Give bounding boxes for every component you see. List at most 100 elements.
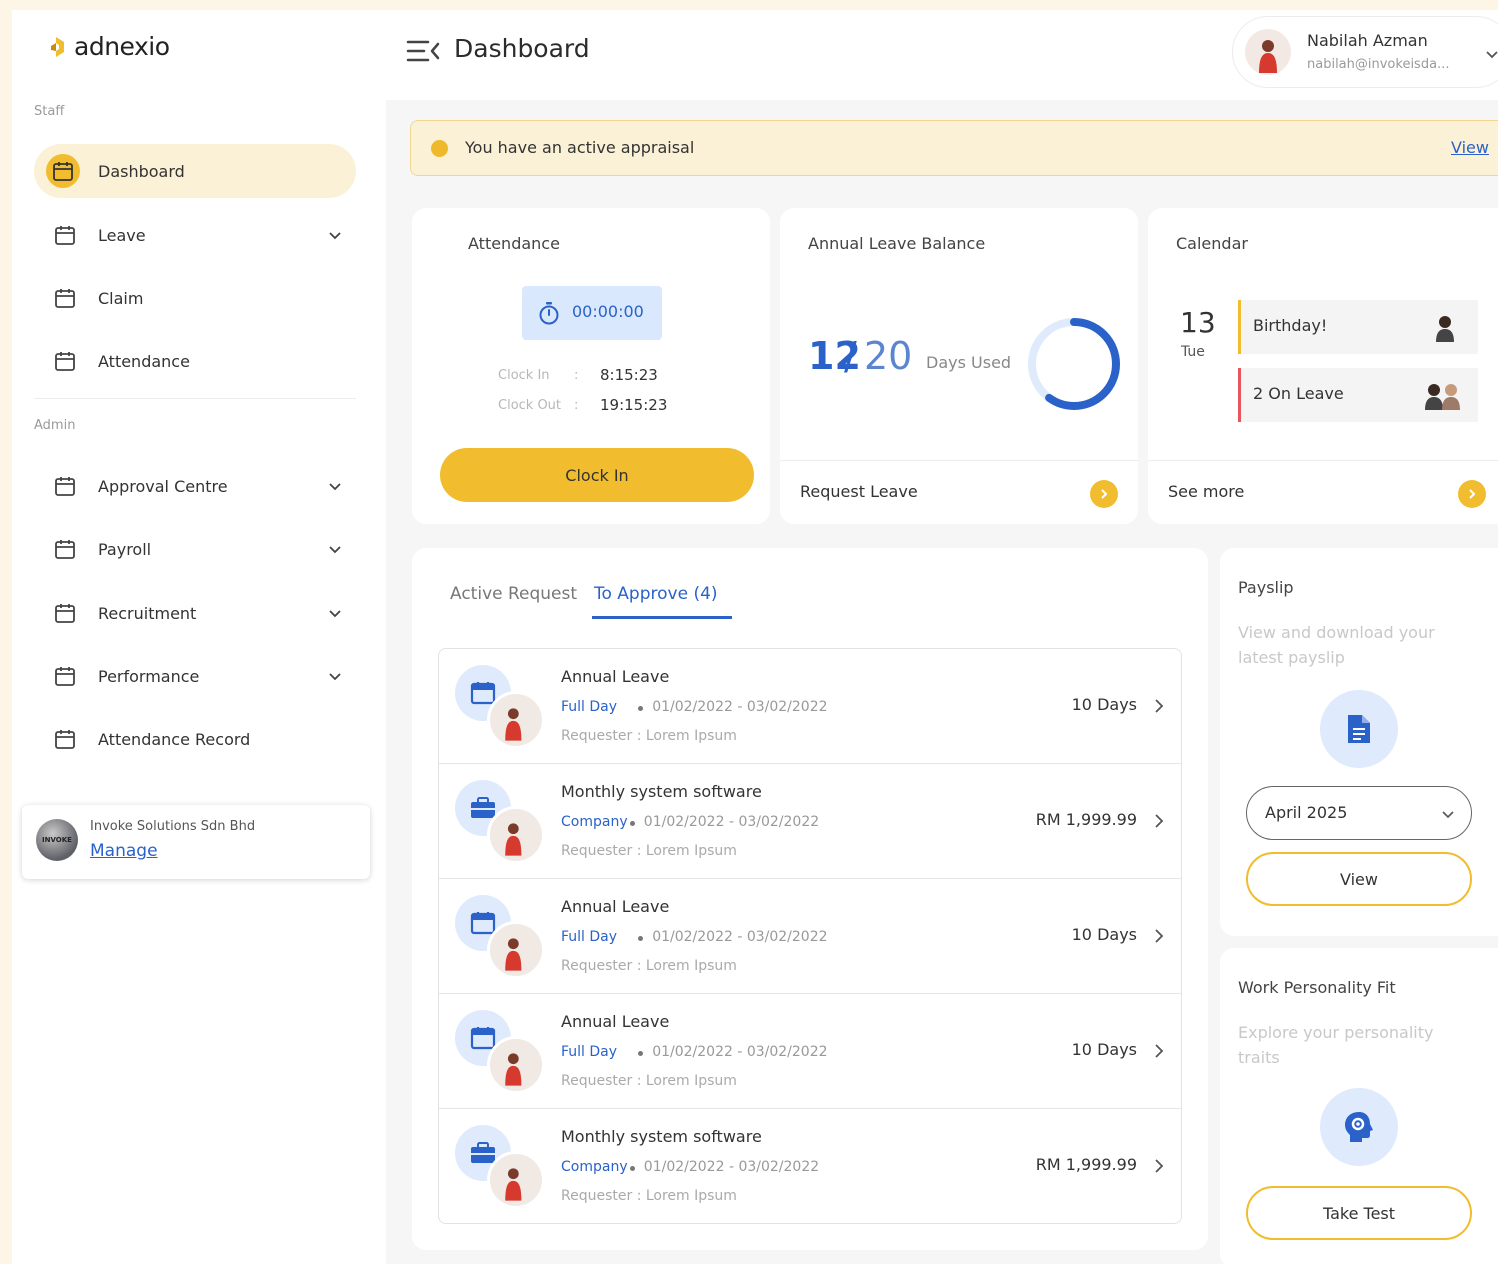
request-dates: 01/02/2022 - 03/02/2022 <box>643 1159 820 1175</box>
sidebar-item-label: Payroll <box>98 539 152 559</box>
manage-company-link[interactable]: Manage <box>90 841 158 861</box>
sidebar-item-attendance[interactable]: Attendance <box>34 334 356 388</box>
calendar-event-birthday[interactable]: Birthday! <box>1238 300 1478 354</box>
brand-logo[interactable]: adnexio <box>46 32 170 61</box>
clock-in-label: Clock In <box>498 368 550 383</box>
separator-dot <box>629 1166 635 1171</box>
timer-value: 00:00:00 <box>572 302 644 321</box>
person-icon <box>505 823 522 856</box>
app-window: adnexio Staff Dashboard Leave Claim Attenda… <box>12 10 1498 1264</box>
request-type: Company <box>561 814 628 830</box>
leave-total-value: 20 <box>864 334 913 378</box>
brand-name: adnexio <box>74 32 170 61</box>
calendar-icon <box>55 226 75 245</box>
sidebar-item-claim[interactable]: Claim <box>34 271 356 325</box>
tab-active-request[interactable]: Active Request <box>450 584 577 604</box>
sidebar-item-label: Claim <box>98 288 144 308</box>
request-requester: Requester : Lorem Ipsum <box>561 843 737 859</box>
request-dates: 01/02/2022 - 03/02/2022 <box>643 814 820 830</box>
chevron-right-icon <box>1101 489 1108 499</box>
clock-in-value: 8:15:23 <box>600 366 658 384</box>
user-email: nabilah@invokeisda... <box>1307 57 1450 72</box>
personality-icon-wrap <box>1320 1088 1398 1166</box>
person-icon <box>505 1053 522 1086</box>
see-more-arrow-icon[interactable] <box>1458 480 1486 508</box>
sidebar-item-performance[interactable]: Performance <box>34 649 356 703</box>
request-title: Annual Leave <box>561 897 670 916</box>
payslip-title: Payslip <box>1238 578 1294 597</box>
calendar-icon <box>55 540 75 559</box>
personality-card: Work Personality Fit Explore your person… <box>1220 948 1498 1264</box>
sidebar-item-attendance-record[interactable]: Attendance Record <box>34 712 356 766</box>
tab-to-approve[interactable]: To Approve (4) <box>594 584 718 604</box>
active-tab-indicator <box>592 616 732 619</box>
calendar-title: Calendar <box>1176 234 1248 253</box>
person-icon <box>505 708 522 741</box>
request-leave-arrow-icon[interactable] <box>1090 480 1118 508</box>
attendance-card: Attendance 00:00:00 Clock In : 8:15:23 C… <box>412 208 770 524</box>
chevron-down-icon <box>1486 51 1498 59</box>
see-more-link[interactable]: See more <box>1168 482 1244 501</box>
payslip-month-select[interactable]: April 2025 <box>1246 786 1472 840</box>
requester-avatar <box>487 806 545 864</box>
alert-view-link[interactable]: View <box>1451 138 1489 157</box>
request-amount: RM 1,999.99 <box>1035 810 1137 829</box>
sidebar-item-leave[interactable]: Leave <box>34 208 356 262</box>
sidebar-item-payroll[interactable]: Payroll <box>34 522 356 576</box>
personality-title: Work Personality Fit <box>1238 978 1396 997</box>
request-requester: Requester : Lorem Ipsum <box>561 728 737 744</box>
person-icon <box>505 938 522 971</box>
company-logo-text: INVOKE <box>42 836 72 844</box>
request-dates: 01/02/2022 - 03/02/2022 <box>652 929 828 945</box>
separator-dot <box>638 1051 644 1056</box>
head-gear-icon <box>1345 1112 1373 1142</box>
request-row[interactable]: Annual Leave Full Day 01/02/2022 - 03/02/2… <box>439 879 1181 994</box>
clock-out-label: Clock Out <box>498 398 562 413</box>
menu-collapse-icon[interactable] <box>406 38 440 64</box>
attendance-title: Attendance <box>468 234 560 253</box>
sidebar-item-approval-centre[interactable]: Approval Centre <box>34 459 356 513</box>
request-title: Monthly system software <box>561 782 762 801</box>
sidebar-item-label: Attendance Record <box>98 729 251 749</box>
sidebar-item-label: Performance <box>98 666 200 686</box>
sidebar-item-label: Recruitment <box>98 603 197 623</box>
clock-in-sep: : <box>574 368 579 383</box>
chevron-right-icon <box>1155 1044 1164 1058</box>
calendar-event-text: 2 On Leave <box>1253 384 1344 403</box>
request-leave-link[interactable]: Request Leave <box>800 482 918 501</box>
chevron-down-icon <box>329 673 341 681</box>
calendar-icon <box>55 352 75 371</box>
request-row[interactable]: Monthly system software Company 01/02/2022… <box>439 1109 1181 1223</box>
nav-icon <box>50 283 80 313</box>
sidebar-item-dashboard[interactable]: Dashboard <box>34 144 356 198</box>
user-menu[interactable]: Nabilah Azman nabilah@invokeisda... <box>1232 16 1498 88</box>
clock-out-value: 19:15:23 <box>600 396 668 414</box>
chevron-right-icon <box>1469 489 1476 499</box>
section-label-staff: Staff <box>34 104 65 119</box>
request-row[interactable]: Annual Leave Full Day 01/02/2022 - 03/02/2… <box>439 994 1181 1109</box>
request-type: Full Day <box>561 699 618 715</box>
nav-icon <box>50 471 80 501</box>
request-row[interactable]: Monthly system software Company 01/02/2022… <box>439 764 1181 879</box>
calendar-weekday: Tue <box>1181 344 1205 360</box>
company-card: INVOKE Invoke Solutions Sdn Bhd Manage <box>22 805 370 879</box>
sidebar-item-recruitment[interactable]: Recruitment <box>34 586 356 640</box>
info-icon <box>431 140 448 157</box>
chevron-right-icon <box>1155 1159 1164 1173</box>
calendar-event-on-leave[interactable]: 2 On Leave <box>1238 368 1478 422</box>
nav-icon <box>50 724 80 754</box>
view-payslip-button[interactable]: View <box>1246 852 1472 906</box>
calendar-card: Calendar 13 Tue Birthday! 2 On Leave See… <box>1148 208 1498 524</box>
calendar-icon <box>55 730 75 749</box>
request-type: Company <box>561 1159 628 1175</box>
clock-in-button[interactable]: Clock In <box>440 448 754 502</box>
request-title: Annual Leave <box>561 667 670 686</box>
chevron-down-icon <box>1442 811 1454 819</box>
request-type: Full Day <box>561 929 618 945</box>
sidebar-item-label: Attendance <box>98 351 190 371</box>
take-test-button[interactable]: Take Test <box>1246 1186 1472 1240</box>
requester-avatar <box>487 691 545 749</box>
separator-dot <box>638 706 644 711</box>
request-list: Annual Leave Full Day 01/02/2022 - 03/02/2… <box>438 648 1182 1224</box>
request-row[interactable]: Annual Leave Full Day 01/02/2022 - 03/02/2… <box>439 649 1181 764</box>
